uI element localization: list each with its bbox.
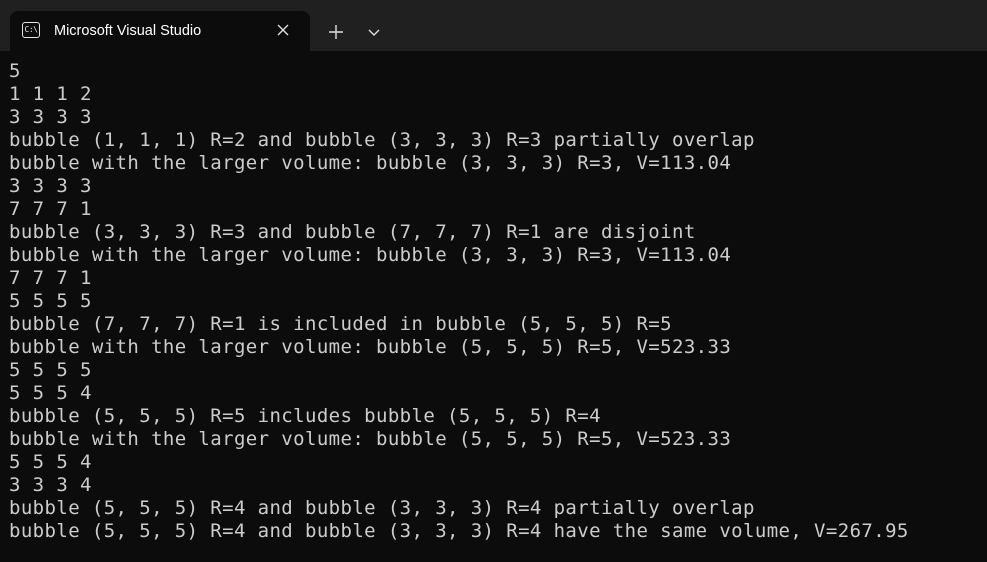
terminal-icon: C:\ — [22, 22, 40, 38]
console-line: 5 5 5 4 — [9, 382, 92, 404]
chevron-down-icon — [368, 29, 380, 36]
plus-icon — [329, 25, 343, 39]
console-line: 5 5 5 5 — [9, 359, 92, 381]
console-line: 3 3 3 3 — [9, 106, 92, 128]
console-line: bubble (5, 5, 5) R=4 and bubble (3, 3, 3… — [9, 497, 755, 519]
console-line: 1 1 1 2 — [9, 83, 92, 105]
tab-title: Microsoft Visual Studio — [54, 23, 202, 39]
console-line: bubble (5, 5, 5) R=5 includes bubble (5,… — [9, 405, 601, 427]
console-line: 7 7 7 1 — [9, 267, 92, 289]
console-line: bubble with the larger volume: bubble (3… — [9, 152, 732, 174]
close-icon[interactable] — [274, 21, 292, 39]
console-line: 5 5 5 5 — [9, 290, 92, 312]
console-line: bubble (5, 5, 5) R=4 and bubble (3, 3, 3… — [9, 520, 909, 542]
console-line: bubble with the larger volume: bubble (3… — [9, 244, 732, 266]
new-tab-button[interactable] — [320, 17, 352, 47]
console-line: bubble with the larger volume: bubble (5… — [9, 428, 732, 450]
console-line: 3 3 3 4 — [9, 474, 92, 496]
console-line: bubble with the larger volume: bubble (5… — [9, 336, 732, 358]
profiles-dropdown-button[interactable] — [360, 17, 388, 47]
console-line: 3 3 3 3 — [9, 175, 92, 197]
console-line: 5 5 5 4 — [9, 451, 92, 473]
console-line: bubble (3, 3, 3) R=3 and bubble (7, 7, 7… — [9, 221, 696, 243]
console-line: bubble (1, 1, 1) R=2 and bubble (3, 3, 3… — [9, 129, 755, 151]
console-line: 5 — [9, 60, 21, 82]
console-line: 7 7 7 1 — [9, 198, 92, 220]
console-line: bubble (7, 7, 7) R=1 is included in bubb… — [9, 313, 672, 335]
tab-microsoft-visual-studio[interactable]: C:\ Microsoft Visual Studio — [10, 11, 310, 51]
console-output[interactable]: 51 1 1 23 3 3 3 bubble (1, 1, 1) R=2 and … — [9, 60, 984, 543]
title-bar: C:\ Microsoft Visual Studio — [0, 0, 987, 51]
terminal-window: C:\ Microsoft Visual Studio 51 1 1 23 3 … — [0, 0, 987, 562]
